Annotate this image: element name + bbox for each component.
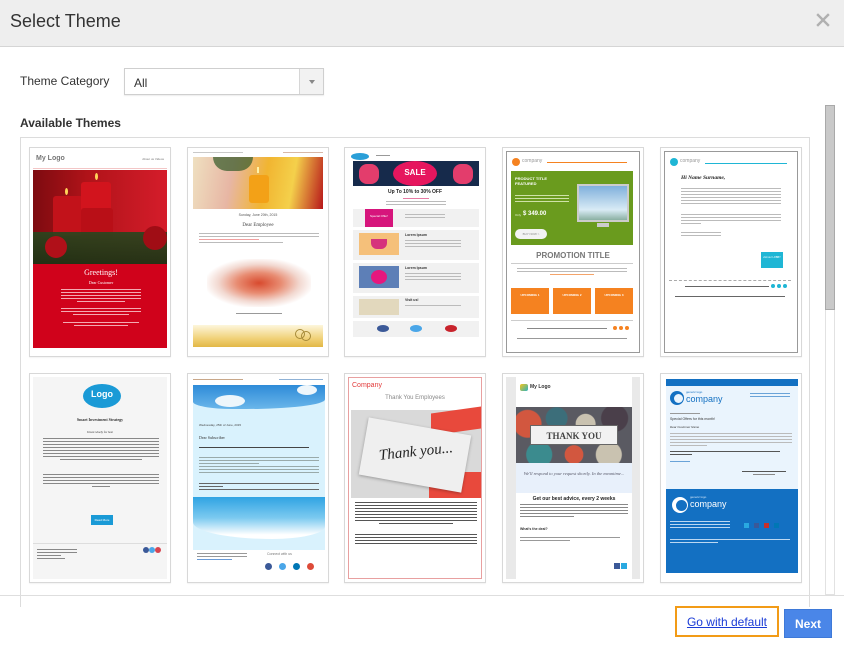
connect-label: Connect with us: [267, 552, 292, 556]
gifts-image: [193, 157, 323, 209]
footer-divider: [0, 595, 844, 596]
upcoming-label: UPCOMING 1: [520, 293, 540, 297]
theme-logo-text: My Logo: [530, 384, 551, 390]
theme-category-select[interactable]: All: [124, 68, 324, 95]
brand-name: company: [522, 158, 543, 164]
candles-image: [33, 170, 167, 264]
scrollbar-thumb[interactable]: [825, 105, 835, 310]
theme-card-festive-sale[interactable]: SALE Up To 10% to 30% OFF Special Offer!…: [344, 147, 486, 357]
go-with-default-link[interactable]: Go with default: [687, 615, 767, 629]
product-price: $ 349.00: [523, 211, 547, 217]
theme-sub: Dear Customer Name: [670, 425, 700, 429]
brand-name: Company: [352, 382, 382, 389]
theme-date: Wednesday, 25th of June, 2015: [199, 423, 242, 427]
section-title: Lorem Ipsum: [405, 266, 427, 270]
dialog-header: Select Theme: [0, 0, 844, 47]
theme-card-generic-company[interactable]: generic logo company Special Offers for …: [660, 373, 802, 583]
greeting-sub: Dear Customer: [88, 280, 114, 285]
special-offer-tag: Special Offer!: [369, 214, 389, 218]
chevron-down-icon[interactable]: [299, 69, 323, 94]
upcoming-label: UPCOMING 2: [562, 293, 582, 297]
lobby-button: visit our LOBBY: [761, 252, 783, 268]
rings-image: [193, 325, 323, 347]
sale-headline: Up To 10% to 30% OFF: [387, 189, 443, 195]
theme-date: Sunday, June 20th, 2015: [238, 213, 278, 217]
theme-card-product-promotion[interactable]: company PRODUCT TITLE FEATURED Only $ 34…: [502, 147, 644, 357]
theme-card-ocean-newsletter[interactable]: Wednesday, 25th of June, 2015 Dear Subsc…: [187, 373, 329, 583]
section-title: Visit us!: [405, 298, 419, 302]
buy-now-button: BUY NOW >: [515, 229, 547, 239]
theme-logo-text: My Logo: [36, 155, 65, 162]
dialog-title: Select Theme: [10, 11, 121, 31]
letter-greeting: Hi Name Surname,: [681, 175, 726, 181]
next-button[interactable]: Next: [784, 609, 832, 638]
theme-card-greetings[interactable]: My Logo About us Videos Greetings! Dear …: [29, 147, 171, 357]
select-theme-dialog: Select Theme Theme Category All Availabl…: [0, 0, 844, 650]
tagline: We'll respond to your request shortly. I…: [523, 471, 625, 476]
theme-card-thank-you-employees[interactable]: Company Thank You Employees Thank you...: [344, 373, 486, 583]
greeting-heading: Greetings!: [84, 268, 118, 277]
themes-grid: My Logo About us Videos Greetings! Dear …: [20, 137, 810, 607]
theme-heading: Thank You Employees: [385, 395, 445, 401]
thank-you-banner: THANK YOU: [516, 407, 632, 463]
close-icon[interactable]: [816, 13, 830, 27]
theme-sub: Invest wisely for best: [87, 430, 113, 434]
brand-name-footer: company: [690, 499, 727, 509]
selected-category: All: [134, 76, 148, 90]
themes-scrollbar[interactable]: [825, 105, 835, 595]
theme-heading: Get our best advice, every 2 weeks: [532, 496, 616, 502]
read-more-button: Read More: [91, 515, 113, 525]
petals-image: [207, 259, 311, 307]
theme-sub: What's the deal?: [520, 527, 548, 531]
thank-you-banner-text: THANK YOU: [530, 425, 618, 445]
brand-name: company: [680, 158, 701, 164]
product-hero: PRODUCT TITLE FEATURED Only $ 349.00 BUY…: [511, 171, 633, 245]
upcoming-label: UPCOMING 3: [604, 293, 624, 297]
go-with-default-focus: Go with default: [675, 606, 779, 637]
theme-category-label: Theme Category: [20, 74, 110, 88]
theme-card-thank-you-request[interactable]: My Logo THANK YOU We'll respond to your …: [502, 373, 644, 583]
available-themes-heading: Available Themes: [20, 116, 121, 130]
theme-heading: Dear Subscriber: [199, 435, 225, 440]
theme-nav-text: About us Videos: [142, 157, 164, 161]
theme-heading: Smart Investment Strategy: [76, 417, 124, 422]
theme-heading: Dear Employee: [242, 223, 274, 228]
sale-label: SALE: [404, 168, 426, 177]
ocean-body: Wednesday, 25th of June, 2015 Dear Subsc…: [193, 385, 325, 550]
promotion-title: PROMOTION TITLE: [536, 251, 610, 260]
section-title: Lorem Ipsum: [405, 233, 427, 237]
theme-card-smart-investment[interactable]: Logo Smart Investment Strategy Invest wi…: [29, 373, 171, 583]
greeting-panel: Greetings! Dear Customer: [33, 264, 167, 348]
thank-you-card-image: Thank you...: [351, 406, 481, 498]
sale-banner: SALE: [353, 161, 479, 186]
price-label: Only: [515, 213, 522, 217]
brand-name: company: [686, 394, 723, 404]
theme-heading: Special Offers for this month!: [670, 417, 716, 421]
theme-card-corporate-letter[interactable]: company Hi Name Surname, visit our LOBBY: [660, 147, 802, 357]
theme-logo-text: Logo: [91, 389, 113, 399]
theme-card-holiday-gifts[interactable]: Sunday, June 20th, 2015 Dear Employee: [187, 147, 329, 357]
product-title: PRODUCT TITLE FEATURED: [515, 176, 547, 186]
